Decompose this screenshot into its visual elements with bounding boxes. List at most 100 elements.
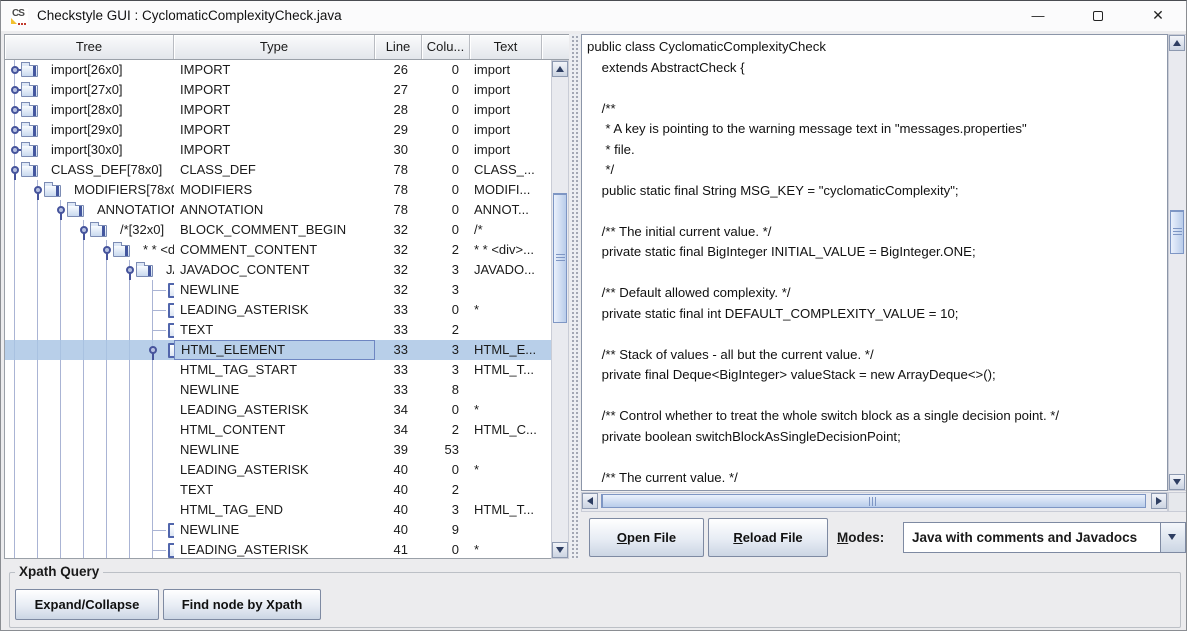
tree-expanded-knob-icon[interactable] <box>11 166 19 174</box>
cell-text <box>470 380 550 400</box>
table-row[interactable]: ANNOTATION[78x0]ANNOTATION780ANNOT... <box>5 200 552 220</box>
tree-collapsed-knob-icon[interactable] <box>11 126 19 134</box>
reload-file-button[interactable]: Reload File <box>708 518 828 557</box>
tree-expanded-knob-icon[interactable] <box>57 206 65 214</box>
column-header-column[interactable]: Colu... <box>422 35 470 59</box>
cell-line: 26 <box>375 60 422 80</box>
table-row[interactable]: MODIFIERS[78x0]MODIFIERS780MODIFI... <box>5 180 552 200</box>
table-row[interactable]: CLASS_DEF[78x0]CLASS_DEF780CLASS_... <box>5 160 552 180</box>
cell-column: 0 <box>422 400 470 420</box>
table-row[interactable]: import[30x0]IMPORT300import <box>5 140 552 160</box>
column-header-tree[interactable]: Tree <box>5 35 174 59</box>
scroll-up-button[interactable] <box>552 61 568 77</box>
folder-icon <box>90 225 107 237</box>
combobox-arrow-button[interactable] <box>1160 523 1185 552</box>
cell-text: HTML_T... <box>470 360 550 380</box>
tree-cell <box>5 280 174 300</box>
tree-collapsed-knob-icon[interactable] <box>11 106 19 114</box>
table-row[interactable]: TEXT332 <box>5 320 552 340</box>
scroll-left-button[interactable] <box>582 493 598 509</box>
cell-type: IMPORT <box>174 100 375 120</box>
table-row[interactable]: import[29x0]IMPORT290import <box>5 120 552 140</box>
tree-node-label: ANNOTATION[78x0] <box>97 200 174 220</box>
tree-cell <box>5 500 174 520</box>
expand-collapse-label: Expand/Collapse <box>16 590 158 619</box>
cell-type: IMPORT <box>174 60 375 80</box>
cell-line: 33 <box>375 340 422 360</box>
cell-text <box>470 440 550 460</box>
table-row[interactable]: import[28x0]IMPORT280import <box>5 100 552 120</box>
table-row[interactable]: NEWLINE3953 <box>5 440 552 460</box>
cell-column: 3 <box>422 280 470 300</box>
tree-collapsed-knob-icon[interactable] <box>11 66 19 74</box>
tree-expanded-knob-icon[interactable] <box>103 246 111 254</box>
table-row[interactable]: LEADING_ASTERISK410* <box>5 540 552 558</box>
column-header-line[interactable]: Line <box>375 35 422 59</box>
scroll-down-button[interactable] <box>1169 474 1185 490</box>
tree-collapsed-knob-icon[interactable] <box>11 86 19 94</box>
maximize-button[interactable] <box>1075 1 1121 31</box>
scroll-down-button[interactable] <box>552 542 568 558</box>
table-row[interactable]: /*[32x0]BLOCK_COMMENT_BEGIN320/* <box>5 220 552 240</box>
find-node-by-xpath-button[interactable]: Find node by Xpath <box>163 589 321 620</box>
table-row[interactable]: import[26x0]IMPORT260import <box>5 60 552 80</box>
cell-type: LEADING_ASTERISK <box>174 400 375 420</box>
table-row[interactable]: LEADING_ASTERISK400* <box>5 460 552 480</box>
tree-expanded-knob-icon[interactable] <box>126 266 134 274</box>
column-header-type[interactable]: Type <box>174 35 375 59</box>
code-vertical-scrollbar[interactable] <box>1168 34 1187 491</box>
cell-type: BLOCK_COMMENT_BEGIN <box>174 220 375 240</box>
tree-expanded-knob-icon[interactable] <box>34 186 42 194</box>
table-row[interactable]: HTML_TAG_END403HTML_T... <box>5 500 552 520</box>
open-file-button[interactable]: Open File <box>589 518 704 557</box>
close-button[interactable]: ✕ <box>1135 1 1181 31</box>
tree-scrollbar-thumb[interactable] <box>553 193 567 323</box>
scroll-grip-icon <box>556 254 565 263</box>
table-row[interactable]: LEADING_ASTERISK330* <box>5 300 552 320</box>
tree-cell: import[30x0] <box>5 140 174 160</box>
column-header-text[interactable]: Text <box>470 35 542 59</box>
code-hscrollbar-thumb[interactable] <box>601 494 1146 508</box>
minimize-button[interactable]: — <box>1015 1 1061 31</box>
table-row[interactable]: NEWLINE323 <box>5 280 552 300</box>
tree-vertical-scrollbar[interactable] <box>551 60 569 559</box>
table-row[interactable]: JAVADOC_CONTENT[32x3]JAVADOC_CONTENT323J… <box>5 260 552 280</box>
table-row[interactable]: HTML_CONTENT342HTML_C... <box>5 420 552 440</box>
table-row[interactable]: * * <div>COMMENT_CONTENT322* * <div>... <box>5 240 552 260</box>
tree-dash-connector <box>152 330 166 331</box>
table-row[interactable]: NEWLINE338 <box>5 380 552 400</box>
cell-column: 53 <box>422 440 470 460</box>
tree-collapsed-knob-icon[interactable] <box>11 146 19 154</box>
tree-node-label: CLASS_DEF[78x0] <box>51 160 162 180</box>
tree-expanded-knob-icon[interactable] <box>149 346 157 354</box>
code-vscrollbar-thumb[interactable] <box>1170 210 1184 254</box>
scroll-up-button[interactable] <box>1169 35 1185 51</box>
cell-type: NEWLINE <box>174 280 375 300</box>
code-horizontal-scrollbar[interactable] <box>581 492 1168 512</box>
cell-line: 32 <box>375 280 422 300</box>
cell-column: 0 <box>422 460 470 480</box>
xpath-query-title: Xpath Query <box>15 564 103 580</box>
cell-column: 9 <box>422 520 470 540</box>
table-row[interactable]: HTML_TAG_START333HTML_T... <box>5 360 552 380</box>
scroll-up-icon <box>1173 40 1181 46</box>
scroll-right-button[interactable] <box>1151 493 1167 509</box>
tree-cell: import[26x0] <box>5 60 174 80</box>
table-row[interactable]: HTML_ELEMENT333HTML_E... <box>5 340 552 360</box>
cell-line: 40 <box>375 480 422 500</box>
expand-collapse-button[interactable]: Expand/Collapse <box>15 589 159 620</box>
tree-dash-connector <box>152 530 166 531</box>
table-row[interactable]: LEADING_ASTERISK340* <box>5 400 552 420</box>
cell-column: 0 <box>422 180 470 200</box>
table-row[interactable]: NEWLINE409 <box>5 520 552 540</box>
cell-column: 2 <box>422 480 470 500</box>
source-code-view[interactable]: public class CyclomaticComplexityCheck e… <box>581 34 1168 491</box>
tree-expanded-knob-icon[interactable] <box>80 226 88 234</box>
cell-line: 40 <box>375 460 422 480</box>
table-row[interactable]: import[27x0]IMPORT270import <box>5 80 552 100</box>
tree-cell <box>5 460 174 480</box>
parse-mode-combobox[interactable]: Java with comments and Javadocs <box>903 522 1186 553</box>
split-pane-divider[interactable] <box>570 34 580 559</box>
cell-type: COMMENT_CONTENT <box>174 240 375 260</box>
table-row[interactable]: TEXT402 <box>5 480 552 500</box>
